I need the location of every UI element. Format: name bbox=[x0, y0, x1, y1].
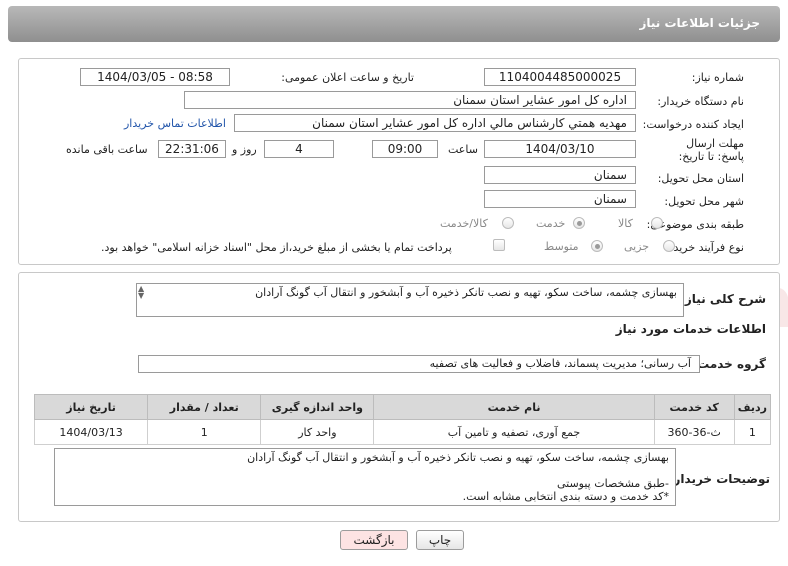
process-option-minor: جزیی bbox=[624, 240, 650, 253]
need-number-field: 1104004485000025 bbox=[484, 68, 636, 86]
province-label: استان محل تحویل: bbox=[657, 172, 744, 185]
service-group-label: گروه خدمت: bbox=[692, 357, 766, 371]
deadline-label: مهلت ارسال پاسخ: تا تاریخ: bbox=[678, 137, 744, 163]
city-field: سمنان bbox=[484, 190, 636, 208]
creator-field: مهدیه همتي کارشناس مالي اداره کل امور عش… bbox=[234, 114, 636, 132]
print-button[interactable]: چاپ bbox=[416, 530, 464, 550]
page-header: جزئیات اطلاعات نیاز bbox=[8, 6, 780, 42]
summary-textarea[interactable]: بهسازی چشمه، ساخت سکو، تهیه و نصب تانکر … bbox=[136, 283, 684, 317]
services-section-title: اطلاعات خدمات مورد نیاز bbox=[615, 322, 766, 336]
table-row: 1 ث-36-360 جمع آوری، تصفیه و تامین آب وا… bbox=[33, 419, 772, 445]
buyer-notes-label: توضیحات خریدار: bbox=[668, 472, 770, 486]
city-label: شهر محل تحویل: bbox=[664, 195, 744, 208]
remaining-label: ساعت باقی مانده bbox=[66, 143, 148, 156]
category-option-goods: کالا bbox=[618, 217, 633, 230]
remaining-time-field: 22:31:06 bbox=[158, 140, 226, 158]
process-radio-medium[interactable] bbox=[591, 240, 603, 252]
category-radio-goods-service[interactable] bbox=[502, 217, 514, 229]
contact-info-link[interactable]: اطلاعات تماس خریدار bbox=[124, 117, 226, 130]
col-name: نام خدمت bbox=[373, 394, 655, 420]
process-radio-minor[interactable] bbox=[663, 240, 675, 252]
category-option-goods-service: کالا/خدمت bbox=[440, 217, 488, 230]
cell-unit: واحد کار bbox=[260, 419, 375, 445]
creator-label: ایجاد کننده درخواست: bbox=[642, 118, 744, 131]
cell-code: ث-36-360 bbox=[653, 419, 735, 445]
summary-label: شرح کلی نیاز: bbox=[680, 292, 766, 306]
treasury-checkbox[interactable] bbox=[493, 239, 505, 251]
cell-row: 1 bbox=[733, 419, 772, 445]
service-group-field: آب رسانی؛ مدیریت پسماند، فاضلاب و فعالیت… bbox=[138, 355, 700, 373]
buyer-org-label: نام دستگاه خریدار: bbox=[657, 95, 744, 108]
process-option-medium: متوسط bbox=[544, 240, 579, 253]
need-number-label: شماره نیاز: bbox=[691, 71, 744, 84]
time-label: ساعت bbox=[448, 143, 478, 156]
cell-date: 1404/03/13 bbox=[33, 419, 149, 445]
buyer-notes-textarea[interactable]: بهسازی چشمه، ساخت سکو، تهیه و نصب تانکر … bbox=[54, 448, 676, 506]
announce-field: 1404/03/05 - 08:58 bbox=[80, 68, 230, 86]
back-button[interactable]: بازگشت bbox=[340, 530, 408, 550]
category-option-service: خدمت bbox=[536, 217, 566, 230]
announce-label: تاریخ و ساعت اعلان عمومی: bbox=[281, 71, 414, 84]
payment-note: پرداخت تمام یا بخشی از مبلغ خرید،از محل … bbox=[101, 241, 452, 254]
province-field: سمنان bbox=[484, 166, 636, 184]
cell-name: جمع آوری، تصفیه و تامین آب bbox=[373, 419, 655, 445]
buyer-org-field: اداره کل امور عشایر استان سمنان bbox=[184, 91, 636, 109]
category-radio-goods[interactable] bbox=[651, 217, 663, 229]
info-panel bbox=[18, 58, 780, 265]
deadline-time-field: 09:00 bbox=[372, 140, 438, 158]
col-date: تاریخ نیاز bbox=[33, 394, 149, 420]
col-row: ردیف bbox=[733, 394, 772, 420]
deadline-date-field: 1404/03/10 bbox=[484, 140, 636, 158]
cell-qty: 1 bbox=[147, 419, 262, 445]
category-radio-service[interactable] bbox=[573, 217, 585, 229]
process-label: نوع فرآیند خرید : bbox=[666, 241, 744, 254]
services-table: ردیف کد خدمت نام خدمت واحد اندازه گیری ت… bbox=[33, 394, 772, 445]
col-qty: تعداد / مقدار bbox=[147, 394, 262, 420]
col-unit: واحد اندازه گیری bbox=[260, 394, 375, 420]
col-code: کد خدمت bbox=[653, 394, 735, 420]
scroll-arrows-icon[interactable]: ▲ ▼ bbox=[138, 285, 148, 300]
days-label: روز و bbox=[232, 143, 257, 156]
days-field: 4 bbox=[264, 140, 334, 158]
table-header-row: ردیف کد خدمت نام خدمت واحد اندازه گیری ت… bbox=[33, 394, 772, 420]
page-title: جزئیات اطلاعات نیاز bbox=[639, 16, 760, 30]
